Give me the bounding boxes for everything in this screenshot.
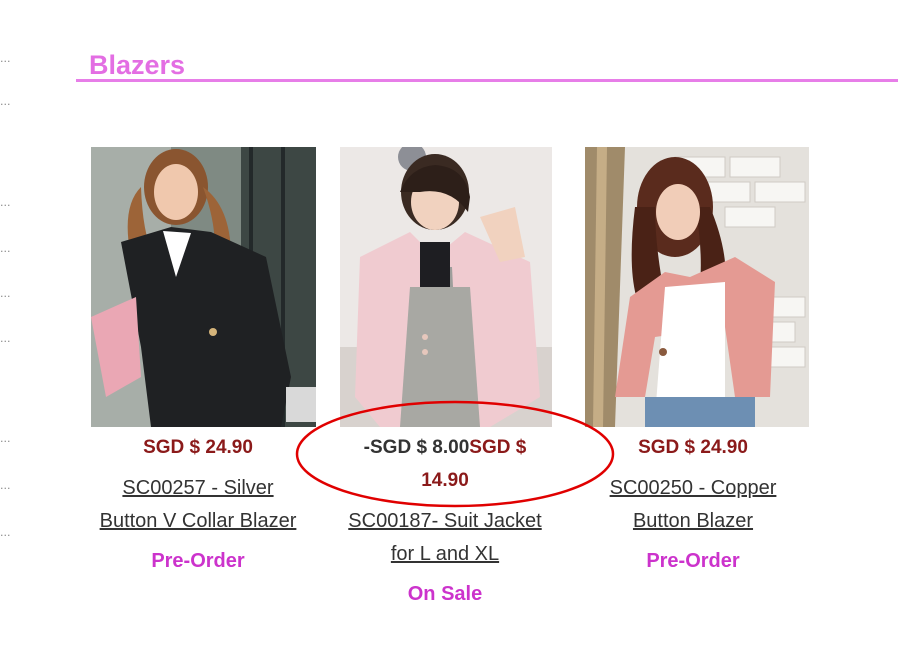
product-status: Pre-Order bbox=[151, 550, 245, 572]
sidebar-dots: ... bbox=[0, 287, 11, 300]
product-name-link[interactable]: SC00187- Suit Jacket bbox=[325, 505, 565, 538]
product-name-link[interactable]: SC00250 - Copper bbox=[573, 472, 813, 505]
sidebar-dots: ... bbox=[0, 432, 11, 445]
product-image[interactable] bbox=[585, 147, 809, 427]
sidebar-dots: ... bbox=[0, 479, 11, 492]
product-name-link[interactable]: SC00257 - Silver bbox=[78, 472, 318, 505]
product-name-link[interactable]: Button V Collar Blazer bbox=[78, 505, 318, 538]
sidebar-fragment: ... ... ... ... ... ... ... ... ... bbox=[0, 0, 14, 663]
sidebar-dots: ... bbox=[0, 332, 11, 345]
product-name-link[interactable]: for L and XL bbox=[325, 538, 565, 571]
sidebar-dots: ... bbox=[0, 52, 11, 65]
price-current: SGD $ bbox=[469, 437, 527, 458]
price-discount: -SGD $ 8.00 bbox=[363, 437, 470, 458]
product-card: SGD $ 24.90 SC00250 - Copper Button Blaz… bbox=[573, 0, 813, 600]
sidebar-dots: ... bbox=[0, 95, 11, 108]
sidebar-dots: ... bbox=[0, 196, 11, 209]
product-image[interactable] bbox=[91, 147, 316, 427]
sidebar-dots: ... bbox=[0, 526, 11, 539]
product-card: SGD $ 24.90 SC00257 - Silver Button V Co… bbox=[78, 0, 318, 600]
product-status: On Sale bbox=[407, 583, 483, 605]
product-price: SGD $ 24.90 bbox=[638, 437, 748, 458]
product-price: 14.90 bbox=[421, 470, 469, 491]
product-price: -SGD $ 8.00SGD $ bbox=[325, 431, 565, 464]
sidebar-dots: ... bbox=[0, 242, 11, 255]
product-image[interactable] bbox=[340, 147, 552, 427]
product-name-link[interactable]: Button Blazer bbox=[573, 505, 813, 538]
product-card: -SGD $ 8.00SGD $ 14.90 SC00187- Suit Jac… bbox=[325, 0, 565, 620]
product-price: SGD $ 24.90 bbox=[143, 437, 253, 458]
product-status: Pre-Order bbox=[646, 550, 740, 572]
